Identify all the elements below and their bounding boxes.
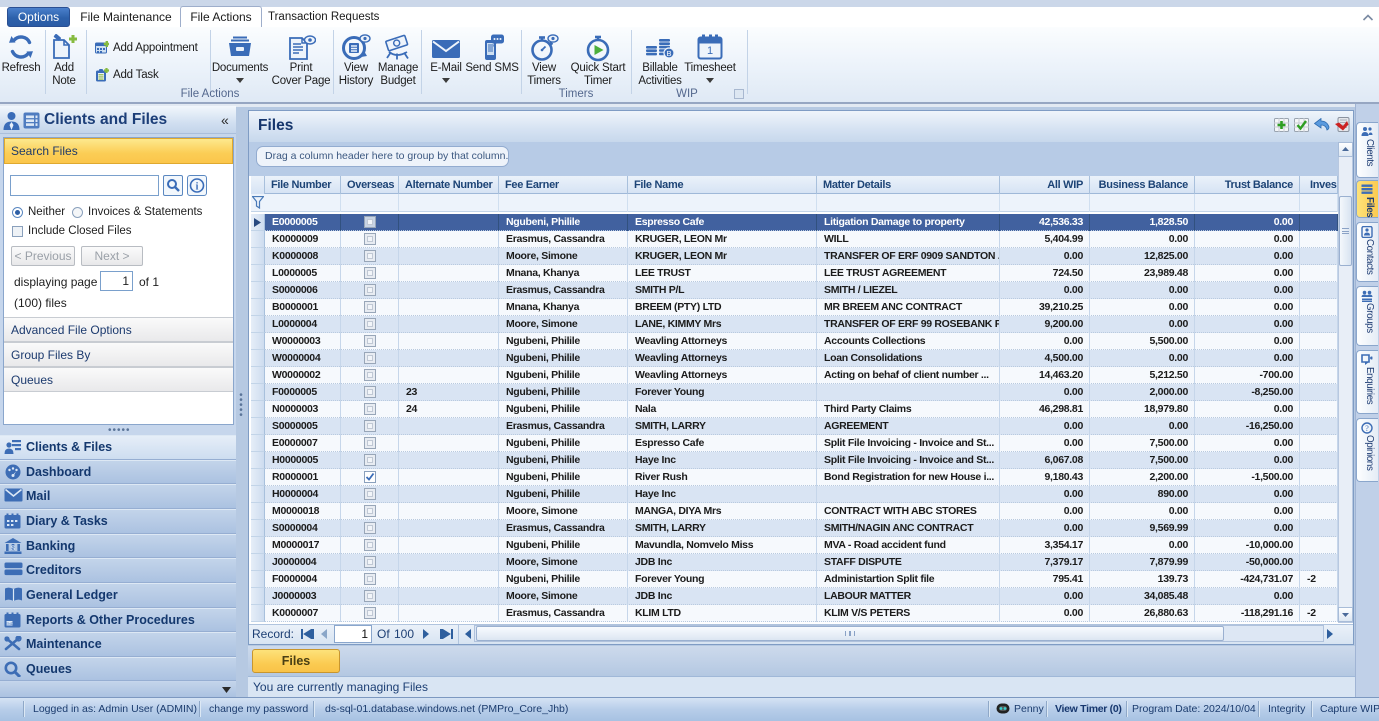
svg-text:?: ? [1365,424,1369,433]
svg-text:1: 1 [707,45,713,57]
svg-text:$: $ [11,546,15,553]
svg-text:END: END [6,622,14,626]
svg-text:B: B [666,49,671,58]
svg-text:i: i [196,182,199,193]
